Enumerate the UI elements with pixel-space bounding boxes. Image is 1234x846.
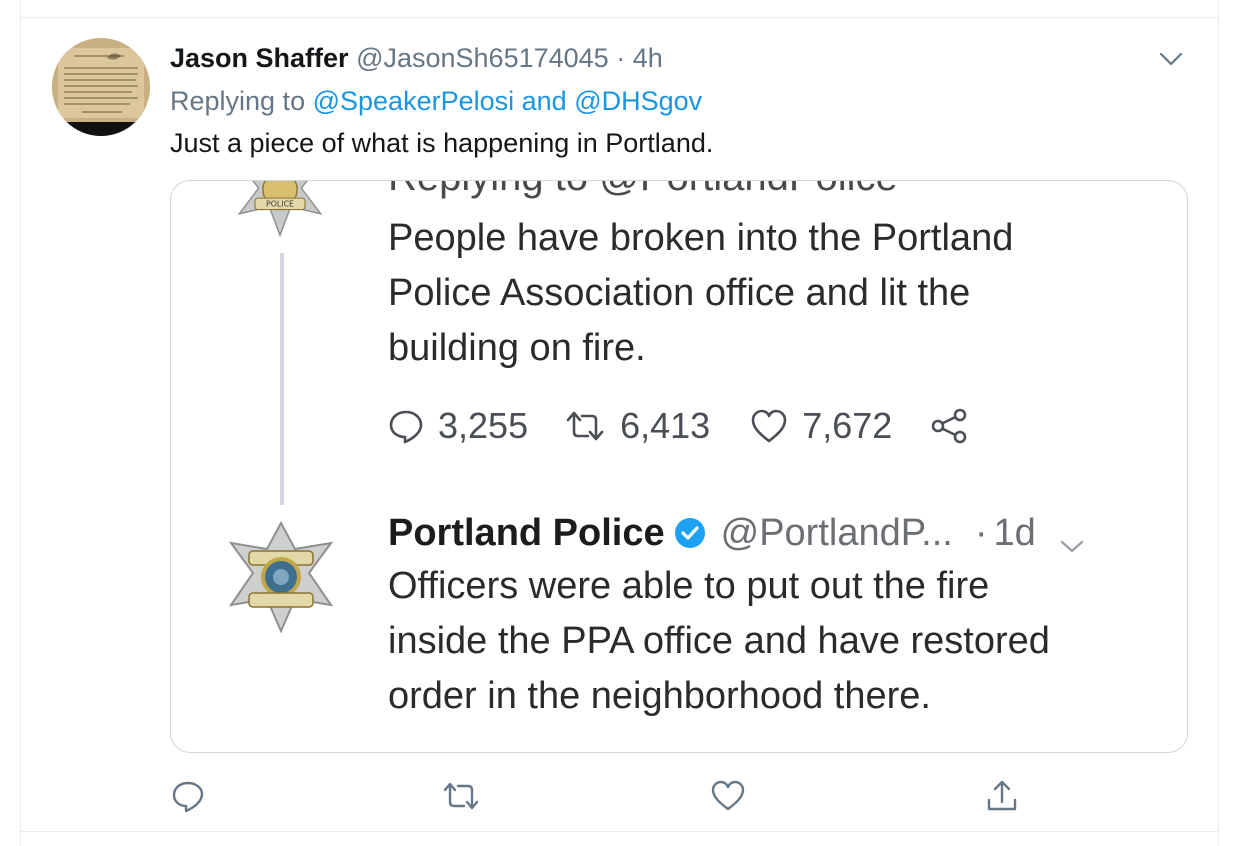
quoted-like-stat: 7,672 xyxy=(750,405,892,447)
quoted-retweet-count: 6,413 xyxy=(620,405,711,446)
retweet-icon xyxy=(443,782,479,810)
author-avatar[interactable] xyxy=(52,38,150,136)
reply-button[interactable] xyxy=(170,778,206,814)
quoted-reply-line-3: order in the neighborhood there. xyxy=(388,675,931,717)
more-options-button[interactable] xyxy=(1156,44,1186,74)
document-avatar-icon xyxy=(52,38,150,136)
police-badge-icon: POLICE xyxy=(237,181,323,238)
replying-to-label: Replying to xyxy=(170,86,306,116)
verified-badge-icon xyxy=(673,516,707,550)
replying-to-line: Replying to @SpeakerPelosi and @DHSgov xyxy=(170,83,702,119)
author-name[interactable]: Jason Shaffer xyxy=(170,43,349,73)
bottom-divider xyxy=(20,831,1219,832)
tweet-media-image[interactable]: Replying to @PortlandPolice POLICE Peopl… xyxy=(170,180,1188,753)
reply-icon xyxy=(172,781,204,813)
quoted-timestamp: 1d xyxy=(993,512,1036,554)
share-button[interactable] xyxy=(984,778,1020,814)
chevron-down-icon xyxy=(1159,52,1183,66)
cropped-replying-text: Replying to @PortlandPolice xyxy=(388,181,898,200)
heart-icon xyxy=(751,409,787,443)
mention-dhsgov[interactable]: @DHSgov xyxy=(574,86,702,116)
share-nodes-icon xyxy=(931,408,967,444)
quoted-tweet-text: People have broken into the Portland Pol… xyxy=(388,211,1013,376)
quoted-reply-line-1: Officers were able to put out the fire xyxy=(388,565,990,607)
quoted-reply-stat: 3,255 xyxy=(388,405,528,447)
heart-icon xyxy=(711,780,745,811)
timeline-left-border xyxy=(20,0,21,846)
retweet-button[interactable] xyxy=(440,778,482,814)
quoted-like-count: 7,672 xyxy=(802,405,893,446)
quoted-reply-line-2: inside the PPA office and have restored xyxy=(388,620,1050,662)
share-icon xyxy=(987,780,1017,811)
chevron-down-icon xyxy=(1058,523,1086,553)
police-badge-icon xyxy=(228,521,334,633)
post-timestamp[interactable]: 4h xyxy=(633,43,663,73)
timeline-right-border xyxy=(1218,0,1219,846)
tweet-action-bar xyxy=(0,770,1234,820)
quoted-author-name: Portland Police xyxy=(388,512,665,554)
retweet-icon xyxy=(566,411,604,441)
quoted-line-1: People have broken into the Portland xyxy=(388,217,1014,259)
meta-separator: · xyxy=(616,43,626,73)
quoted-author-header: Portland Police @PortlandP... · 1d xyxy=(388,511,1086,555)
quoted-stats-row: 3,255 6,413 7,672 xyxy=(388,401,970,451)
quoted-reply-count: 3,255 xyxy=(438,405,529,446)
top-divider xyxy=(20,17,1219,18)
quoted-meta-separator: · xyxy=(974,512,988,554)
author-handle[interactable]: @JasonSh65174045 xyxy=(356,43,609,73)
quoted-line-2: Police Association office and lit the xyxy=(388,272,971,314)
mention-conjunction: and xyxy=(521,86,567,116)
quoted-retweet-stat: 6,413 xyxy=(564,405,710,447)
quoted-reply-text: Officers were able to put out the fire i… xyxy=(388,559,1050,724)
mention-speakerpelosi[interactable]: @SpeakerPelosi xyxy=(313,86,515,116)
quoted-author-handle: @PortlandP... xyxy=(720,512,953,554)
tweet-header: Jason Shaffer @JasonSh65174045 · 4h xyxy=(170,40,663,76)
tweet-text: Just a piece of what is happening in Por… xyxy=(170,128,714,158)
quoted-share-stat xyxy=(930,408,970,444)
reply-bubble-icon xyxy=(389,410,423,444)
quoted-line-3: building on fire. xyxy=(388,327,646,369)
thread-connector-line xyxy=(280,253,284,505)
badge-label: POLICE xyxy=(266,200,294,209)
like-button[interactable] xyxy=(710,778,746,814)
